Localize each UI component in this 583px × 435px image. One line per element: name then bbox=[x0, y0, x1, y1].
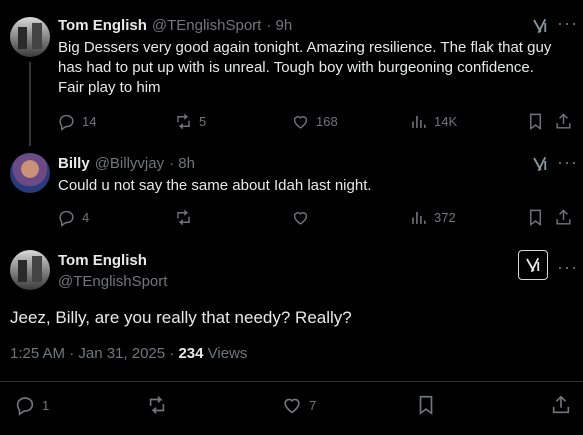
post-header: Billy @Billyvjay · 8h bbox=[58, 155, 195, 172]
like-count: 168 bbox=[316, 114, 338, 129]
like-icon bbox=[284, 398, 300, 414]
repost-count: 5 bbox=[199, 114, 207, 129]
like-button[interactable]: 168 bbox=[291, 112, 338, 131]
more-icon[interactable]: ··· bbox=[557, 153, 578, 171]
post-text-line: Fair play to him bbox=[58, 79, 161, 96]
avatar[interactable] bbox=[10, 17, 50, 57]
post-meta: 1:25 AM · Jan 31, 2025 · 234 Views bbox=[10, 345, 247, 362]
bookmark-button[interactable] bbox=[415, 394, 437, 421]
views-icon bbox=[412, 211, 426, 224]
avatar[interactable] bbox=[10, 153, 50, 193]
bookmark-icon bbox=[530, 209, 541, 227]
author-name[interactable]: Billy bbox=[58, 155, 90, 172]
like-button[interactable] bbox=[291, 208, 310, 227]
divider bbox=[0, 381, 583, 382]
grok-icon bbox=[526, 257, 540, 273]
like-icon bbox=[293, 212, 308, 225]
views-count: 14K bbox=[434, 114, 458, 129]
more-icon[interactable]: ··· bbox=[557, 258, 578, 276]
author-name[interactable]: Tom English bbox=[58, 252, 147, 269]
views-label: Views bbox=[203, 345, 248, 362]
repost-button[interactable] bbox=[174, 208, 193, 227]
author-name[interactable]: Tom English bbox=[58, 17, 147, 34]
grok-button[interactable] bbox=[518, 250, 548, 280]
views-count: 372 bbox=[434, 210, 456, 225]
avatar[interactable] bbox=[10, 250, 50, 290]
bookmark-button[interactable] bbox=[526, 112, 545, 136]
share-button[interactable] bbox=[554, 208, 573, 232]
author-handle[interactable]: @TEnglishSport bbox=[58, 273, 167, 290]
bookmark-icon bbox=[530, 113, 541, 131]
reply-icon bbox=[59, 210, 74, 227]
reply-count: 4 bbox=[82, 210, 90, 225]
reply-button[interactable]: 4 bbox=[57, 208, 89, 227]
reply-icon bbox=[59, 114, 74, 131]
views-button[interactable]: 372 bbox=[409, 208, 456, 227]
post-age[interactable]: · 8h bbox=[169, 155, 195, 172]
reply-button[interactable]: 1 bbox=[14, 394, 49, 416]
repost-icon bbox=[177, 113, 190, 130]
share-icon bbox=[556, 113, 571, 129]
share-button[interactable] bbox=[554, 112, 573, 136]
views-button[interactable]: 14K bbox=[409, 112, 457, 131]
repost-button[interactable]: 5 bbox=[174, 112, 206, 131]
post-age[interactable]: · 9h bbox=[266, 17, 292, 34]
views-count: 234 bbox=[178, 345, 204, 362]
post-text: Could u not say the same about Idah last… bbox=[58, 177, 372, 194]
bookmark-button[interactable] bbox=[526, 208, 545, 232]
repost-button[interactable] bbox=[146, 394, 168, 416]
post-text: Big Dessers very good again tonight. Ama… bbox=[58, 38, 568, 98]
like-button[interactable]: 7 bbox=[281, 394, 316, 416]
share-icon bbox=[552, 395, 570, 414]
more-icon[interactable]: ··· bbox=[557, 14, 578, 32]
share-button[interactable] bbox=[550, 394, 572, 421]
author-handle[interactable]: @Billyvjay bbox=[95, 155, 164, 172]
post-header: Tom English @TEnglishSport · 9h bbox=[58, 17, 292, 34]
repost-icon bbox=[177, 209, 190, 226]
views-icon bbox=[412, 115, 426, 128]
share-icon bbox=[556, 209, 571, 225]
reply-icon bbox=[16, 397, 34, 416]
author-handle[interactable]: @TEnglishSport bbox=[152, 17, 261, 34]
post-text-line: Big Dessers very good again tonight. Ama… bbox=[58, 39, 552, 56]
reply-count: 1 bbox=[42, 397, 50, 413]
repost-icon bbox=[149, 396, 165, 414]
post-timestamp[interactable]: 1:25 AM · Jan 31, 2025 · bbox=[10, 345, 178, 362]
bookmark-icon bbox=[419, 395, 433, 415]
like-count: 7 bbox=[309, 397, 317, 413]
post-text: Jeez, Billy, are you really that needy? … bbox=[10, 308, 352, 327]
grok-icon[interactable] bbox=[531, 17, 549, 35]
reply-count: 14 bbox=[82, 114, 97, 129]
thread-line bbox=[29, 62, 31, 146]
grok-icon[interactable] bbox=[531, 155, 549, 173]
like-icon bbox=[293, 116, 308, 129]
post-text-line: has had to put up with is unreal. Tough … bbox=[58, 59, 534, 76]
reply-button[interactable]: 14 bbox=[57, 112, 96, 131]
